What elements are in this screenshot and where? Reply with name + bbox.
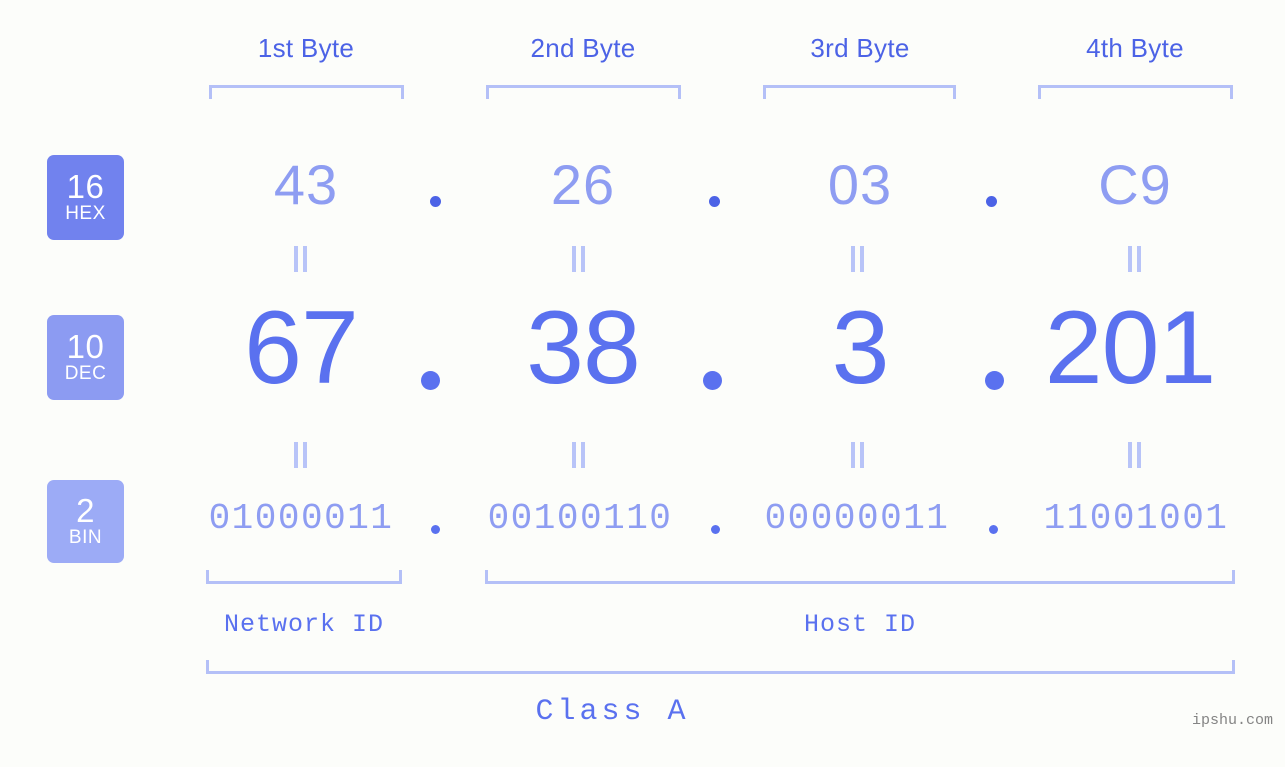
equals-icon-dec-bin-4: [1128, 442, 1142, 468]
bin-value-byte-4: 11001001: [1043, 498, 1229, 539]
class-label-text: Class A: [535, 695, 690, 729]
dec-separator-dot-1: [421, 371, 440, 390]
base-badge-hex: 16 HEX: [47, 155, 124, 240]
equals-icon-hex-dec-3: [851, 246, 865, 272]
base-badge-bin: 2 BIN: [47, 480, 124, 563]
base-badge-dec: 10 DEC: [47, 315, 124, 400]
class-label: Class A: [0, 695, 1285, 729]
class-bracket: [206, 660, 1235, 674]
byte-header-label-2: 2nd Byte: [530, 33, 636, 63]
bin-value-byte-3: 00000011: [764, 498, 950, 539]
dec-separator-dot-3: [985, 371, 1004, 390]
hex-separator-dot-1: [430, 196, 441, 207]
hex-value-byte-2: 26: [550, 153, 616, 216]
ip-address-breakdown-diagram: 1st Byte 2nd Byte 3rd Byte 4th Byte 16 H…: [0, 0, 1285, 767]
dec-value-byte-4: 201: [1044, 290, 1217, 406]
equals-icon-hex-dec-4: [1128, 246, 1142, 272]
bin-separator-dot-2: [711, 525, 720, 534]
equals-icon-hex-dec-2: [572, 246, 586, 272]
byte-bracket-top-4: [1038, 85, 1233, 99]
dec-value-byte-2: 38: [526, 290, 641, 406]
byte-header-label-4: 4th Byte: [1086, 33, 1184, 63]
base-badge-dec-number: 10: [66, 328, 105, 366]
host-id-label: Host ID: [803, 610, 917, 639]
equals-icon-dec-bin-3: [851, 442, 865, 468]
hex-value-byte-3: 03: [827, 153, 893, 216]
hex-separator-dot-2: [709, 196, 720, 207]
dec-separator-dot-2: [703, 371, 722, 390]
base-badge-bin-number: 2: [76, 492, 95, 530]
base-badge-hex-label: HEX: [65, 203, 106, 225]
byte-bracket-top-3: [763, 85, 956, 99]
byte-header-label-1: 1st Byte: [257, 33, 355, 63]
byte-header-label-3: 3rd Byte: [810, 33, 910, 63]
byte-bracket-top-2: [486, 85, 681, 99]
bin-value-byte-1: 01000011: [208, 498, 394, 539]
dec-value-byte-1: 67: [244, 290, 359, 406]
equals-icon-dec-bin-1: [294, 442, 308, 468]
base-badge-bin-label: BIN: [68, 527, 103, 549]
byte-bracket-top-1: [209, 85, 404, 99]
bin-separator-dot-1: [431, 525, 440, 534]
host-id-bracket: [485, 570, 1235, 584]
network-id-bracket: [206, 570, 402, 584]
hex-value-byte-1: 43: [273, 153, 339, 216]
site-watermark: ipshu.com: [1191, 712, 1273, 729]
dec-value-byte-3: 3: [831, 290, 890, 406]
bin-value-byte-2: 00100110: [487, 498, 673, 539]
bin-separator-dot-3: [989, 525, 998, 534]
hex-value-byte-4: C9: [1098, 153, 1172, 216]
base-badge-hex-number: 16: [66, 168, 105, 206]
equals-icon-hex-dec-1: [294, 246, 308, 272]
base-badge-dec-label: DEC: [64, 363, 107, 385]
hex-separator-dot-3: [986, 196, 997, 207]
equals-icon-dec-bin-2: [572, 442, 586, 468]
network-id-label: Network ID: [223, 610, 385, 639]
